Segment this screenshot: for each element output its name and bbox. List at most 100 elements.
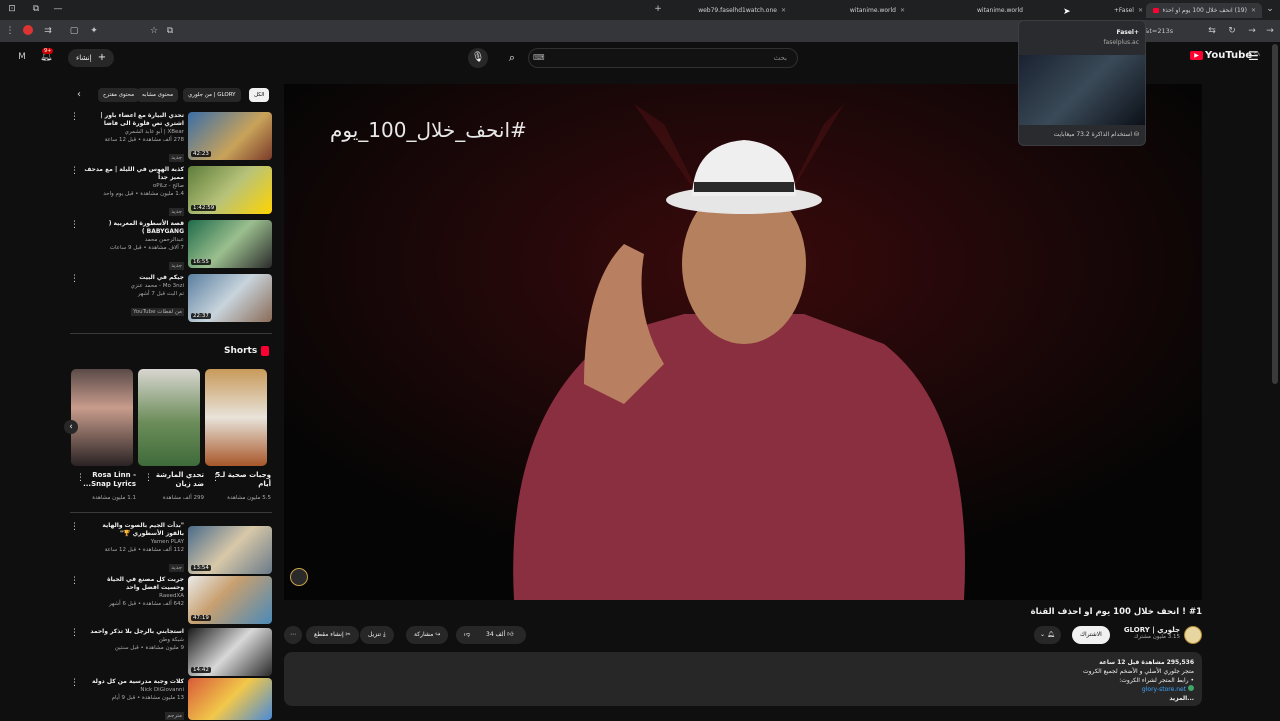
tab-witanime-2[interactable]: witanime.world	[908, 3, 1023, 18]
list-item[interactable]: ⋮ قصة الأسطورة المغربية ( BABYGANG ) عبد…	[70, 220, 272, 272]
short-title[interactable]: تحدي المارشة ضد زيان	[148, 471, 204, 489]
chip-suggested[interactable]: محتوى مقترح	[98, 88, 140, 102]
video-title[interactable]: كلات وجبة مدرسية من كل دولة	[84, 678, 184, 686]
clip-button[interactable]: إنشاء مقطع ✂	[306, 626, 359, 644]
channel-name[interactable]: RaeedXA	[84, 592, 184, 600]
more-actions-button[interactable]: ⋯	[284, 626, 302, 644]
channel-name[interactable]: Yamen PLAY	[84, 538, 184, 546]
short-title[interactable]: وجبات صحية لـ5 أيام	[215, 471, 271, 489]
list-item[interactable]: ⋮ كذبة الهوس في الليلة | مع مدحف مميز جد…	[70, 166, 272, 218]
translate-icon[interactable]: ⇆	[1206, 25, 1218, 37]
channel-name[interactable]: XBear | أبو عابد الشمري	[84, 128, 184, 136]
more-options-icon[interactable]: ⋮	[70, 628, 79, 638]
channel-name[interactable]: جلوري | GLORY	[1110, 626, 1180, 634]
tab-list-chevron-icon[interactable]: ⌄	[1264, 3, 1276, 15]
more-options-icon[interactable]: ⋮	[70, 166, 79, 176]
list-item[interactable]: ⋮ جربت كل مصنع في الحياة وحسيت افضل واحد…	[70, 576, 272, 628]
video-thumbnail[interactable]: 22:37	[188, 274, 272, 322]
channel-name[interactable]: عبدالرحمن محمد	[84, 236, 184, 244]
video-title[interactable]: قصة الأسطورة المغربية ( BABYGANG )	[84, 220, 184, 236]
video-thumbnail[interactable]: 13:54	[188, 526, 272, 574]
share-button[interactable]: مشاركة ↪	[406, 626, 449, 644]
video-thumbnail[interactable]: 14:42	[188, 628, 272, 676]
subscribe-button[interactable]: الاشتراك	[1072, 626, 1110, 644]
close-icon[interactable]: ✕	[781, 7, 786, 14]
shorts-prev-icon[interactable]: ‹	[64, 420, 78, 434]
back-icon[interactable]: →	[1264, 25, 1276, 37]
store-link[interactable]: glory-store.net	[1083, 685, 1194, 694]
dislike-button[interactable]: 👎︎	[464, 626, 470, 644]
search-input[interactable]: بحث	[528, 48, 798, 68]
more-options-icon[interactable]: ⋮	[70, 220, 79, 230]
short-title[interactable]: Rosa Linn - Snap Lyrics...	[80, 471, 136, 489]
channel-name[interactable]: صالح - oPiLz	[84, 182, 184, 190]
video-thumbnail[interactable]: 1:42:59	[188, 166, 272, 214]
share-page-icon[interactable]: ⧉	[164, 25, 176, 37]
keyboard-icon[interactable]: ⌨	[533, 53, 545, 62]
show-more-link[interactable]: ...المزيد	[1083, 694, 1194, 703]
channel-name[interactable]: Nick DiGiovanni	[84, 686, 184, 694]
page-scrollbar[interactable]	[1272, 44, 1278, 384]
short-item[interactable]	[205, 369, 267, 466]
list-item[interactable]: ⋮ جيكم في البيت Mo 3nzi - محمد عنزي تم ا…	[70, 274, 272, 326]
new-tab-icon[interactable]: +	[652, 3, 664, 15]
close-icon[interactable]: ✕	[1138, 7, 1143, 14]
video-title[interactable]: جربت كل مصنع في الحياة وحسيت افضل واحد	[84, 576, 184, 592]
list-item[interactable]: ⋮ استجابني بالرجل بلا تذكر واحمد شبكة وط…	[70, 628, 272, 680]
avatar[interactable]: M	[16, 51, 28, 63]
video-title[interactable]: جيكم في البيت	[84, 274, 184, 282]
more-options-icon[interactable]: ⋮	[70, 678, 79, 688]
tab-search-icon[interactable]: ⧉	[30, 3, 42, 15]
forward-icon[interactable]: →	[1246, 25, 1258, 37]
video-thumbnail[interactable]: 47:19	[188, 576, 272, 624]
store-link-text[interactable]: glory-store.net	[1142, 686, 1186, 693]
list-item[interactable]: ⋮ كلات وجبة مدرسية من كل دولة Nick DiGio…	[70, 678, 272, 720]
extension-icon[interactable]: ⇉	[42, 25, 54, 37]
more-options-icon[interactable]: ⋮	[70, 576, 79, 586]
video-thumbnail[interactable]: 16:55	[188, 220, 272, 268]
tab-witanime-1[interactable]: ✕ witanime.world	[790, 3, 905, 18]
copy-icon[interactable]: ▢	[68, 25, 80, 37]
channel-name[interactable]: Mo 3nzi - محمد عنزي	[84, 282, 184, 290]
reload-icon[interactable]: ↻	[1226, 25, 1238, 37]
browser-menu-icon[interactable]: ⋮	[4, 25, 16, 37]
close-icon[interactable]: ✕	[1251, 7, 1256, 14]
window-menu-icon[interactable]: ⊡	[6, 3, 18, 15]
puzzle-icon[interactable]: ✦	[88, 25, 100, 37]
description-box[interactable]: 295,536 مشاهدة قبل 12 ساعة متجر جلوري ال…	[284, 652, 1202, 706]
download-button[interactable]: تنزيل ⤓	[360, 626, 394, 644]
list-item[interactable]: ⋮ تحدي البيارة مع اعضاء باور | اشتري تص …	[70, 112, 272, 164]
video-thumbnail[interactable]	[188, 678, 272, 720]
video-title[interactable]: تحدي البيارة مع اعضاء باور | اشتري تص فل…	[84, 112, 184, 128]
chip-similar[interactable]: محتوى مشابه	[137, 88, 179, 102]
video-thumbnail[interactable]: 42:23	[188, 112, 272, 160]
bookmark-star-icon[interactable]: ☆	[148, 25, 160, 37]
channel-name[interactable]: شبكة وطن	[84, 636, 184, 644]
notifications-button[interactable]: 🔔︎ 9+	[40, 48, 54, 65]
more-options-icon[interactable]: ⋮	[70, 522, 79, 532]
notification-pref-button[interactable]: ⌄ 🔔︎	[1034, 626, 1061, 644]
tab-faselplus[interactable]: ✕ Fasel+	[1028, 3, 1143, 18]
chips-prev-icon[interactable]: ‹	[77, 89, 81, 100]
chip-all[interactable]: الكل	[249, 88, 270, 102]
more-options-icon[interactable]: ⋮	[70, 274, 79, 284]
search-button[interactable]: ⌕	[498, 48, 526, 68]
channel-avatar[interactable]	[1184, 626, 1202, 644]
voice-search-button[interactable]: 🎙︎	[468, 48, 488, 68]
video-title[interactable]: كذبة الهوس في الليلة | مع مدحف مميز جداً	[84, 166, 184, 182]
short-item[interactable]	[138, 369, 200, 466]
tab-faselhd[interactable]: ✕ web79.faselhd1watch.one	[666, 3, 786, 18]
short-item[interactable]	[71, 369, 133, 466]
channel-watermark-icon[interactable]	[290, 568, 308, 586]
video-title[interactable]: استجابني بالرجل بلا تذكر واحمد	[84, 628, 184, 636]
list-item[interactable]: ⋮ "بدأت الجيم بالصوت والهاية بالفوز الأس…	[70, 522, 272, 574]
close-icon[interactable]: ✕	[900, 7, 905, 14]
like-button[interactable]: 34 ألف 👍︎	[486, 626, 513, 644]
create-button[interactable]: إنشاء +	[68, 49, 115, 67]
hamburger-menu-icon[interactable]: ☰	[1248, 49, 1259, 63]
tab-youtube-active[interactable]: ✕ (19) انحف خلال 100 يوم او احذف...	[1146, 3, 1262, 18]
more-options-icon[interactable]: ⋮	[70, 112, 79, 122]
video-player[interactable]: #انحف_خلال_100_يوم	[284, 84, 1202, 600]
chip-glory[interactable]: من جلوري | GLORY	[183, 88, 241, 102]
minimize-icon[interactable]: —	[52, 3, 64, 15]
